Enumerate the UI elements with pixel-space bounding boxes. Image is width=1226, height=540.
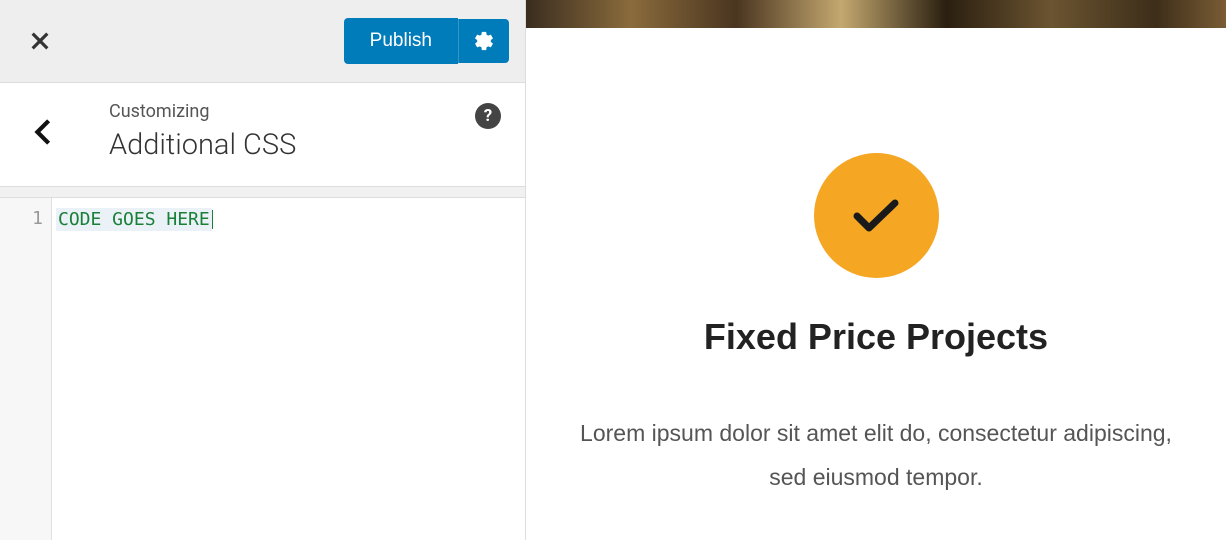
check-icon [853,198,899,234]
customizer-topbar: Publish [0,0,525,83]
chevron-left-icon [34,118,52,146]
publish-group: Publish [344,18,509,64]
preview-body-text: Lorem ipsum dolor sit amet elit do, cons… [576,412,1176,499]
section-title: Additional CSS [109,128,475,162]
publish-button[interactable]: Publish [344,18,458,64]
section-titles: Customizing Additional CSS [85,101,475,162]
customizer-sidebar: Publish Customizing Additional CSS ? 1 C… [0,0,526,540]
preview-heading: Fixed Price Projects [704,316,1048,358]
feature-icon-circle [814,153,939,278]
section-header: Customizing Additional CSS ? [0,83,525,187]
preview-hero-image [526,0,1226,28]
gear-icon [473,30,495,52]
preview-pane: Fixed Price Projects Lorem ipsum dolor s… [526,0,1226,540]
preview-content: Fixed Price Projects Lorem ipsum dolor s… [526,28,1226,499]
help-button[interactable]: ? [475,103,501,129]
code-line[interactable]: CODE GOES HERE [56,208,212,231]
breadcrumb: Customizing [109,101,475,122]
publish-settings-button[interactable] [458,19,509,63]
close-button[interactable] [0,0,80,83]
editor-content[interactable]: CODE GOES HERE [52,198,525,540]
close-icon [29,30,51,52]
editor-gutter: 1 [0,198,52,540]
back-button[interactable] [0,101,85,162]
css-editor[interactable]: 1 CODE GOES HERE [0,197,525,540]
line-number: 1 [0,208,43,229]
